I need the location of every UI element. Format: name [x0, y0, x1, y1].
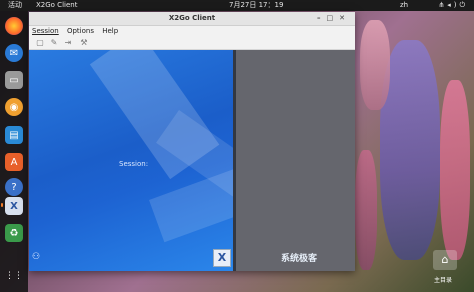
dock: ✉ ▭ ◉ ▤ A ? X ♻ ⋮⋮: [0, 11, 28, 292]
network-icon: ⋔: [438, 1, 448, 9]
network-status-icon[interactable]: ⚇: [32, 252, 40, 262]
preferences-icon[interactable]: ⚒: [79, 38, 89, 48]
clock[interactable]: 7月27日 17：19: [229, 0, 283, 11]
session-label: Session:: [119, 160, 149, 168]
watermark: 系统极客: [281, 254, 318, 264]
menubar: Session Options Help: [29, 26, 355, 36]
top-panel: 活动 X2Go Client 7月27日 17：19 zh ⋔◂)⏻: [0, 0, 474, 11]
trash-icon[interactable]: ♻: [5, 224, 23, 242]
wallpaper-flower: [360, 20, 390, 110]
activities-button[interactable]: 活动: [8, 0, 22, 11]
files-icon[interactable]: ▭: [5, 71, 23, 89]
close-icon[interactable]: ✕: [339, 14, 351, 22]
new-session-icon[interactable]: ▢: [35, 38, 45, 48]
session-panel: Session: ⚇ X: [29, 50, 233, 271]
window-title: X2Go Client: [168, 14, 216, 22]
menu-options[interactable]: Options: [67, 27, 94, 35]
power-icon: ⏻: [459, 1, 468, 9]
menu-help[interactable]: Help: [102, 27, 118, 35]
input-method-indicator[interactable]: zh: [400, 0, 408, 11]
libreoffice-writer-icon[interactable]: ▤: [5, 126, 23, 144]
volume-icon: ◂): [447, 1, 460, 9]
system-tray[interactable]: ⋔◂)⏻: [438, 0, 468, 11]
home-folder-label: 主目录: [434, 277, 453, 284]
app-menu[interactable]: X2Go Client: [36, 0, 77, 11]
x2go-client-window: X2Go Client –□✕ Session Options Help ▢ ✎…: [29, 12, 355, 271]
wallpaper-flower: [440, 80, 470, 260]
x2go-icon[interactable]: X: [5, 197, 23, 215]
rhythmbox-icon[interactable]: ◉: [5, 98, 23, 116]
app-center-icon[interactable]: A: [5, 153, 23, 171]
session-list-panel: [236, 50, 355, 271]
wallpaper-flower: [355, 150, 377, 270]
minimize-icon[interactable]: –: [317, 14, 327, 22]
window-titlebar[interactable]: X2Go Client –□✕: [29, 12, 355, 26]
edit-session-icon[interactable]: ✎: [49, 38, 59, 48]
help-icon[interactable]: ?: [5, 178, 23, 196]
x2go-logo: X: [213, 249, 231, 267]
export-session-icon[interactable]: ⇥: [63, 38, 73, 48]
home-folder-icon[interactable]: ⌂: [433, 250, 457, 270]
thunderbird-icon[interactable]: ✉: [5, 44, 23, 62]
show-apps-icon[interactable]: ⋮⋮: [5, 267, 23, 285]
maximize-icon[interactable]: □: [327, 14, 340, 22]
toolbar: ▢ ✎ ⇥ ⚒: [29, 37, 355, 50]
menu-session[interactable]: Session: [32, 27, 59, 35]
firefox-icon[interactable]: [5, 17, 23, 35]
running-indicator: [1, 203, 3, 207]
